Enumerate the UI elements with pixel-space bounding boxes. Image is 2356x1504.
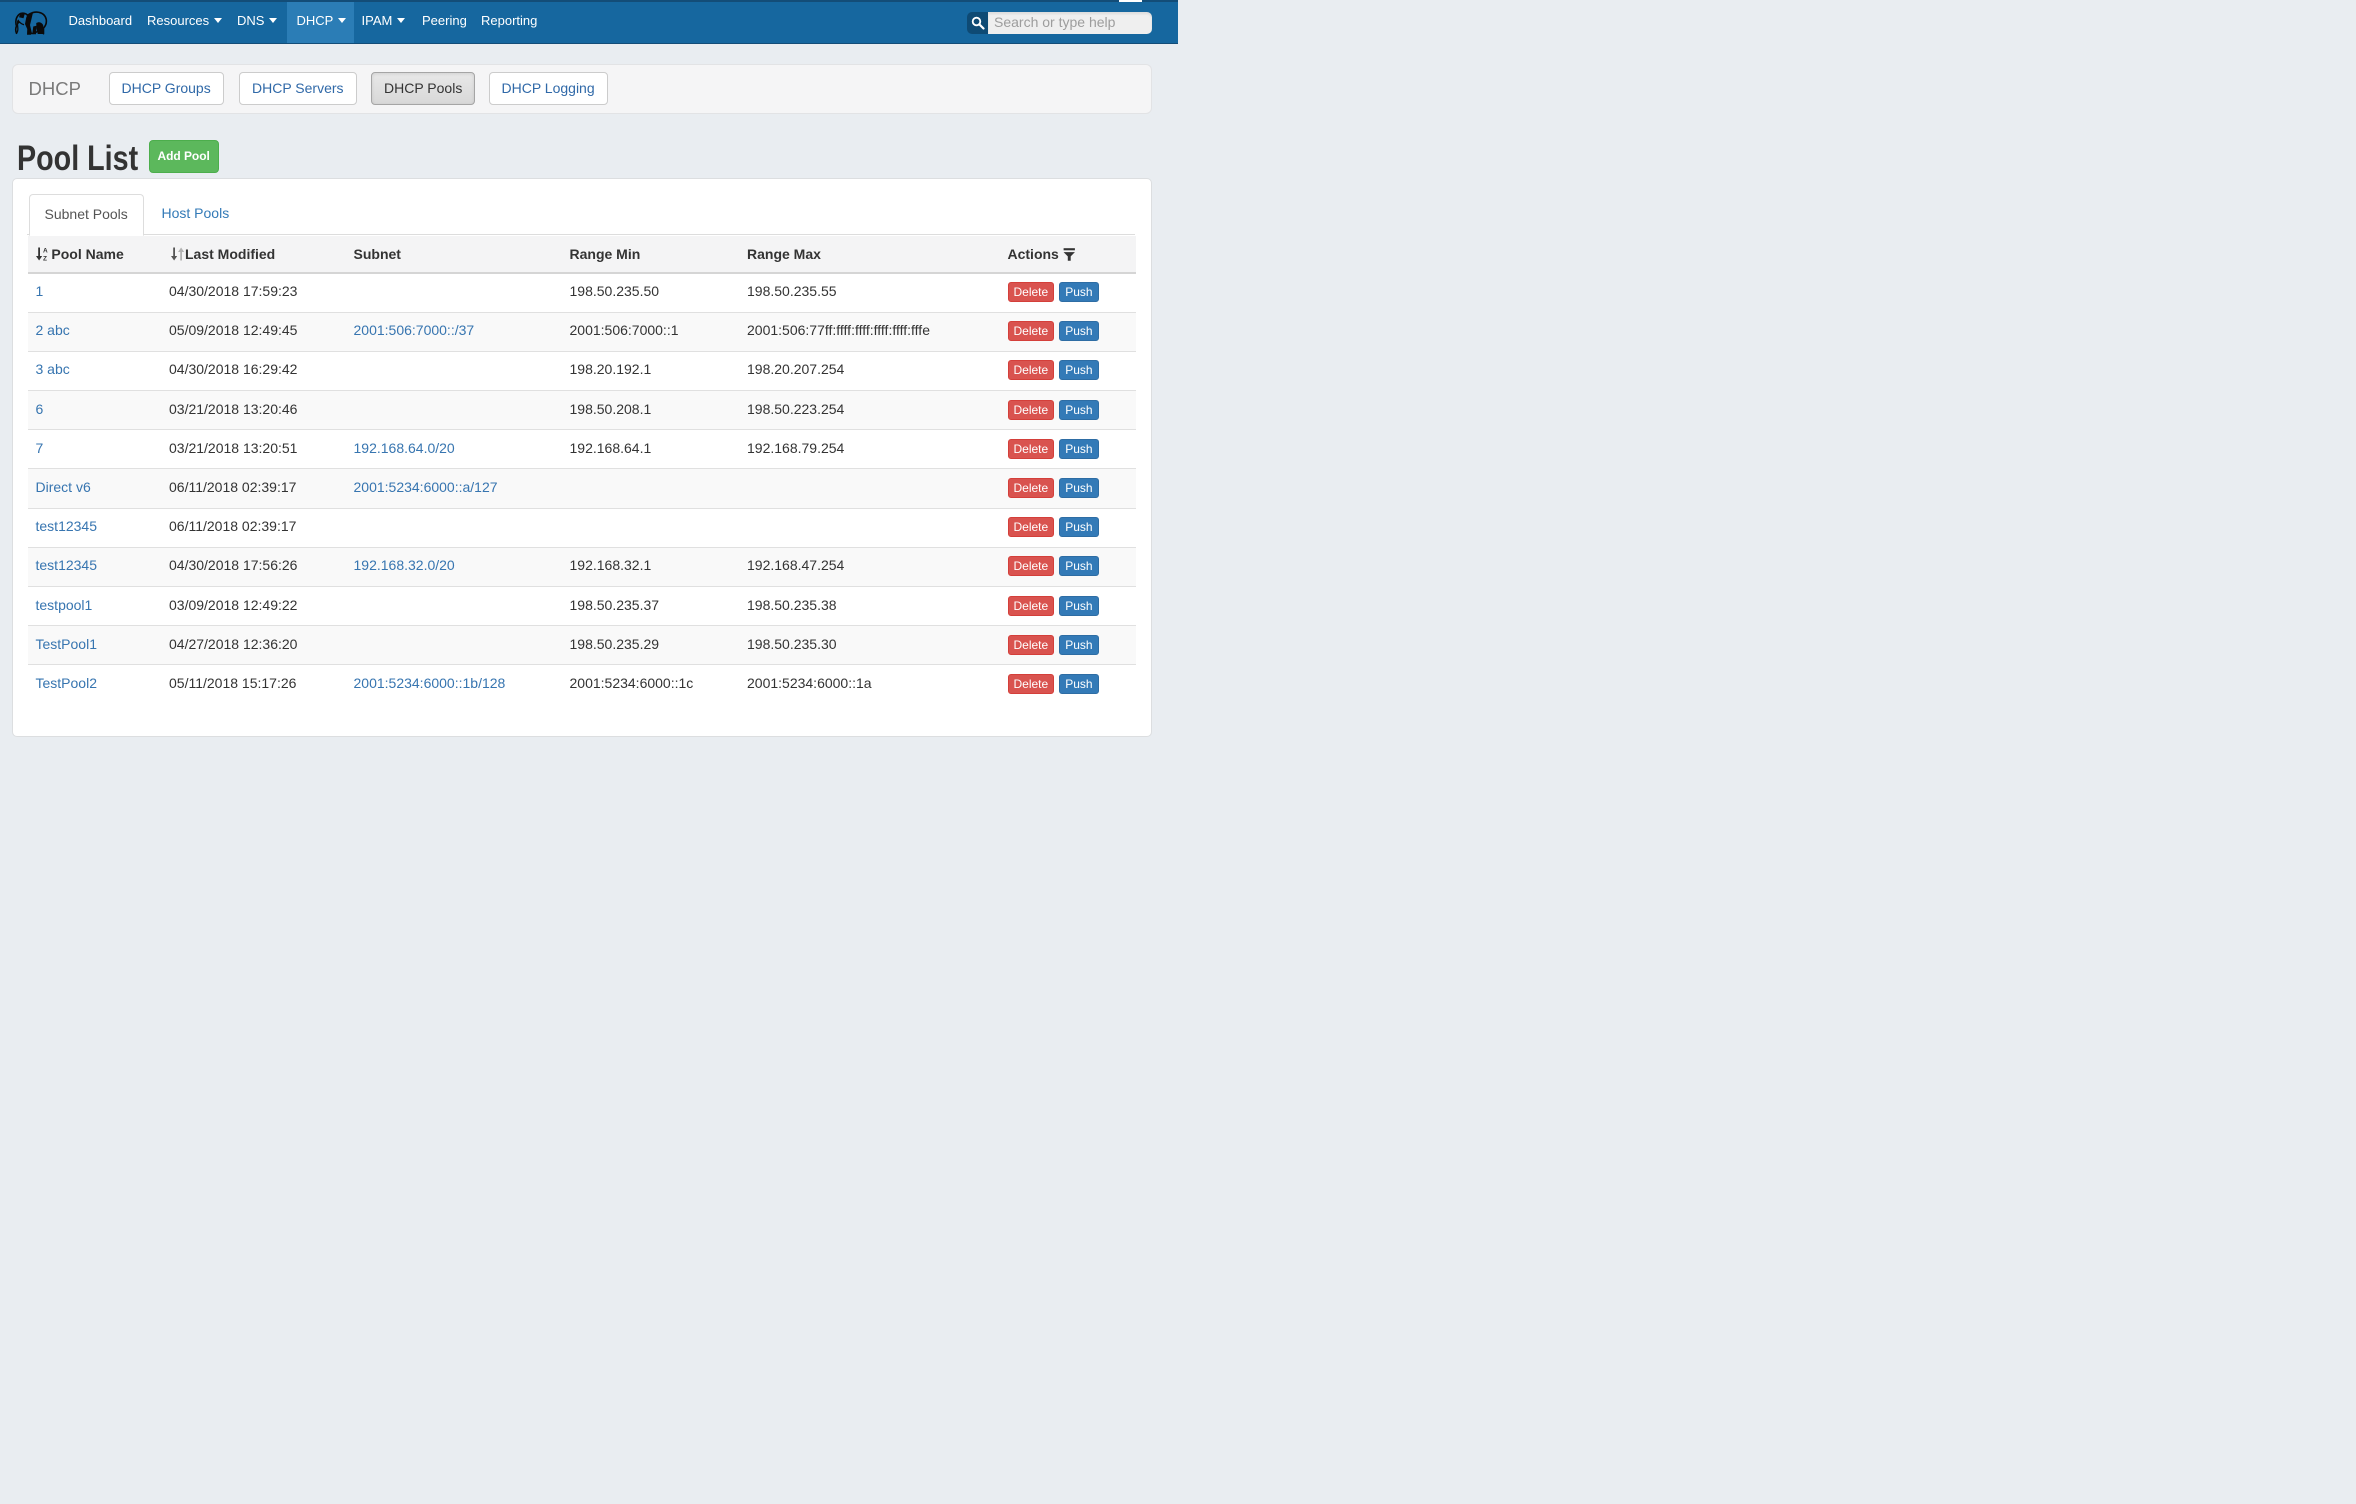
svg-text:Z: Z [43,255,47,261]
svg-text:A: A [43,247,48,254]
